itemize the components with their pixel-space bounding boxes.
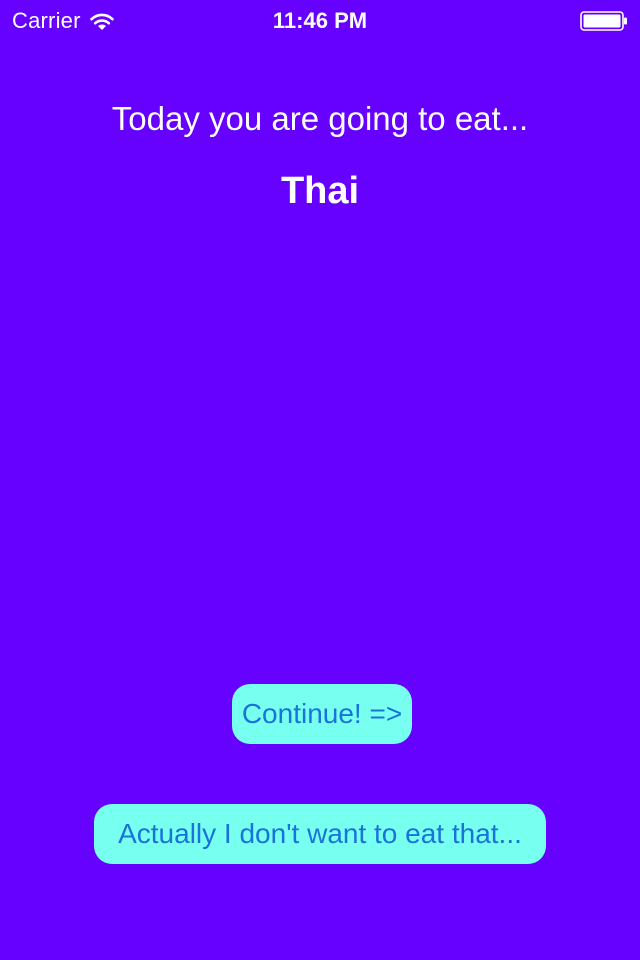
prompt-text: Today you are going to eat... bbox=[111, 100, 529, 137]
battery-icon bbox=[580, 11, 628, 31]
reject-food-button[interactable]: Actually I don't want to eat that... bbox=[94, 804, 546, 864]
food-choice: Thai bbox=[280, 170, 360, 212]
status-bar: Carrier 11:46 PM bbox=[0, 0, 640, 40]
app-screen: Carrier 11:46 PM Today you are going to … bbox=[0, 0, 640, 960]
continue-button[interactable]: Continue! => bbox=[232, 684, 412, 744]
status-time: 11:46 PM bbox=[272, 8, 368, 33]
